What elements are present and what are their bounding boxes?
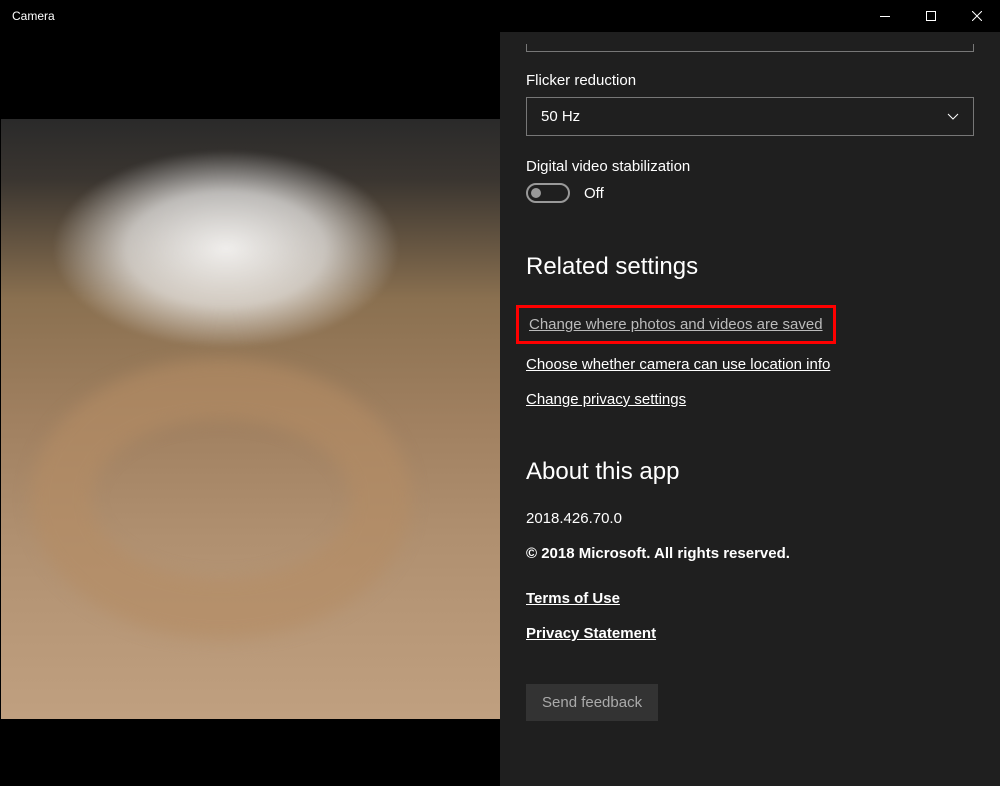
preview-object-ring — [31, 359, 411, 639]
stabilization-toggle[interactable] — [526, 183, 570, 203]
titlebar: Camera — [0, 0, 1000, 32]
settings-panel: Flicker reduction 50 Hz Digital video st… — [500, 32, 1000, 786]
maximize-button[interactable] — [908, 0, 954, 32]
camera-preview — [0, 32, 500, 786]
flicker-reduction-label: Flicker reduction — [526, 72, 974, 89]
window-title: Camera — [12, 9, 55, 23]
toggle-thumb — [531, 188, 541, 198]
link-change-save-location[interactable]: Change where photos and videos are saved — [529, 316, 823, 333]
link-privacy-settings[interactable]: Change privacy settings — [526, 391, 974, 408]
highlighted-link-box: Change where photos and videos are saved — [516, 305, 836, 344]
preview-object-cable — [51, 149, 401, 349]
flicker-reduction-dropdown[interactable]: 50 Hz — [526, 97, 974, 136]
link-privacy-statement[interactable]: Privacy Statement — [526, 625, 974, 642]
window-controls — [862, 0, 1000, 32]
related-settings-heading: Related settings — [526, 253, 974, 281]
link-terms-of-use[interactable]: Terms of Use — [526, 590, 974, 607]
about-heading: About this app — [526, 458, 974, 486]
flicker-reduction-value: 50 Hz — [541, 108, 580, 125]
camera-preview-image — [1, 119, 500, 719]
stabilization-state: Off — [584, 185, 604, 202]
link-location-info[interactable]: Choose whether camera can use location i… — [526, 356, 974, 373]
maximize-icon — [926, 11, 936, 21]
close-button[interactable] — [954, 0, 1000, 32]
minimize-icon — [880, 16, 890, 17]
about-section: About this app 2018.426.70.0 © 2018 Micr… — [526, 458, 974, 721]
chevron-down-icon — [947, 111, 959, 123]
send-feedback-button[interactable]: Send feedback — [526, 684, 658, 721]
stabilization-label: Digital video stabilization — [526, 158, 974, 175]
partial-dropdown-above[interactable] — [526, 44, 974, 52]
minimize-button[interactable] — [862, 0, 908, 32]
app-version: 2018.426.70.0 — [526, 510, 974, 527]
copyright-text: © 2018 Microsoft. All rights reserved. — [526, 545, 974, 562]
stabilization-toggle-row: Off — [526, 183, 974, 203]
close-icon — [972, 11, 982, 21]
main-content: Flicker reduction 50 Hz Digital video st… — [0, 32, 1000, 786]
